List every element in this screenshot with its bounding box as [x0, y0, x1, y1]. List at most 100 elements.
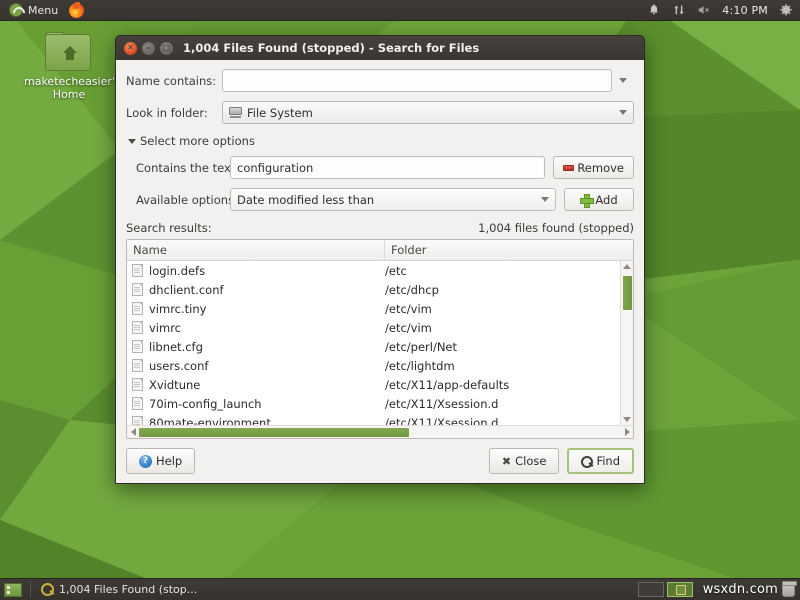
linux-mint-logo-icon [9, 3, 23, 17]
window-titlebar[interactable]: ✕ – □ 1,004 Files Found (stopped) - Sear… [115, 35, 645, 60]
scroll-right-button[interactable] [621, 428, 633, 436]
minimize-button[interactable]: – [142, 42, 155, 55]
column-header-folder[interactable]: Folder [385, 240, 633, 260]
chevron-down-icon [541, 197, 549, 202]
top-panel: Menu 4:10 PM [0, 0, 800, 21]
chevron-down-icon [619, 78, 627, 83]
close-dialog-button[interactable]: ✖ Close [489, 448, 560, 474]
document-icon [132, 264, 143, 277]
desktop[interactable]: Menu 4:10 PM [0, 0, 800, 600]
workspace-switcher[interactable] [632, 582, 699, 597]
cell-name: libnet.cfg [127, 340, 385, 354]
scroll-left-button[interactable] [127, 428, 139, 436]
search-for-files-icon [41, 583, 54, 596]
contains-text-label: Contains the text: [126, 161, 230, 175]
file-name: login.defs [149, 264, 205, 278]
triangle-down-icon [128, 139, 136, 144]
maximize-button[interactable]: □ [160, 42, 173, 55]
cell-folder: /etc/lightdm [385, 359, 620, 373]
document-icon [132, 397, 143, 410]
cell-name: login.defs [127, 264, 385, 278]
taskbar-item-label: 1,004 Files Found (stop... [59, 583, 197, 596]
list-column-headers: Name Folder [127, 240, 633, 261]
find-button[interactable]: Find [567, 448, 634, 474]
available-options-label: Available options: [126, 193, 230, 207]
gear-icon[interactable] [779, 3, 793, 17]
desktop-icon-home[interactable]: maketecheasier's Home [24, 32, 114, 101]
name-contains-input[interactable] [222, 69, 612, 92]
help-icon: ? [139, 455, 152, 468]
horizontal-scrollbar[interactable] [127, 425, 633, 438]
top-panel-left: Menu [0, 2, 84, 18]
show-desktop-icon[interactable] [4, 583, 22, 597]
help-button[interactable]: ? Help [126, 448, 195, 474]
desktop-icon-label: maketecheasier's Home [24, 75, 114, 101]
desktop-icon-label-line2: Home [53, 88, 85, 101]
plus-icon [580, 194, 592, 206]
clock[interactable]: 4:10 PM [722, 4, 768, 17]
cell-folder: /etc/X11/Xsession.d [385, 397, 620, 411]
table-row[interactable]: vimrc.tiny/etc/vim [127, 299, 620, 318]
search-results-label: Search results: [126, 221, 212, 235]
triangle-right-icon [625, 428, 630, 436]
name-contains-dropdown-button[interactable] [612, 78, 634, 83]
cell-folder: /etc/perl/Net [385, 340, 620, 354]
bottom-panel: 1,004 Files Found (stop... wsxdn.com [0, 578, 800, 600]
home-folder-icon [45, 32, 93, 72]
table-row[interactable]: dhclient.conf/etc/dhcp [127, 280, 620, 299]
table-row[interactable]: 70im-config_launch/etc/X11/Xsession.d [127, 394, 620, 413]
look-in-folder-combobox[interactable]: File System [222, 101, 634, 124]
find-button-label: Find [596, 454, 620, 468]
table-row[interactable]: users.conf/etc/lightdm [127, 356, 620, 375]
search-results-list[interactable]: Name Folder login.defs/etcdhclient.conf/… [126, 239, 634, 439]
close-button[interactable]: ✕ [124, 42, 137, 55]
file-name: vimrc [149, 321, 181, 335]
file-name: libnet.cfg [149, 340, 203, 354]
document-icon [132, 283, 143, 296]
cell-folder: /etc/vim [385, 302, 620, 316]
contains-text-input[interactable]: configuration [230, 156, 545, 179]
cell-name: 70im-config_launch [127, 397, 385, 411]
trash-icon[interactable] [782, 582, 795, 597]
cell-name: 80mate-environment [127, 416, 385, 426]
list-rows[interactable]: login.defs/etcdhclient.conf/etc/dhcpvimr… [127, 261, 620, 425]
vertical-scroll-thumb[interactable] [623, 276, 632, 310]
select-more-options-expander[interactable]: Select more options [128, 134, 634, 148]
available-options-combobox[interactable]: Date modified less than [230, 188, 556, 211]
document-icon [132, 416, 143, 425]
workspace-2[interactable] [667, 582, 693, 597]
remove-button[interactable]: Remove [553, 156, 634, 179]
network-updown-icon[interactable] [672, 3, 686, 17]
table-row[interactable]: login.defs/etc [127, 261, 620, 280]
desktop-icon-label-line1: maketecheasier's [24, 75, 121, 88]
look-in-folder-value: File System [247, 106, 313, 120]
cell-folder: /etc [385, 264, 620, 278]
horizontal-scroll-thumb[interactable] [139, 428, 409, 437]
search-results-status: 1,004 files found (stopped) [478, 221, 634, 235]
table-row[interactable]: 80mate-environment/etc/X11/Xsession.d [127, 413, 620, 425]
volume-muted-icon[interactable] [697, 3, 711, 17]
table-row[interactable]: libnet.cfg/etc/perl/Net [127, 337, 620, 356]
add-button[interactable]: Add [564, 188, 634, 211]
taskbar-item-search-for-files[interactable]: 1,004 Files Found (stop... [35, 581, 203, 599]
look-in-folder-label: Look in folder: [126, 106, 222, 120]
menu-button[interactable]: Menu [4, 2, 63, 18]
scroll-down-button[interactable] [623, 414, 631, 425]
cell-folder: /etc/dhcp [385, 283, 620, 297]
table-row[interactable]: Xvidtune/etc/X11/app-defaults [127, 375, 620, 394]
horizontal-scroll-track[interactable] [139, 426, 621, 438]
table-row[interactable]: vimrc/etc/vim [127, 318, 620, 337]
workspace-1[interactable] [638, 582, 664, 597]
search-for-files-window[interactable]: ✕ – □ 1,004 Files Found (stopped) - Sear… [115, 35, 645, 484]
column-header-name[interactable]: Name [127, 240, 385, 260]
vertical-scroll-track[interactable] [621, 272, 633, 414]
document-icon [132, 340, 143, 353]
close-x-icon: ✖ [502, 456, 511, 467]
firefox-icon[interactable] [69, 3, 84, 18]
file-name: users.conf [149, 359, 208, 373]
vertical-scrollbar[interactable] [620, 261, 633, 425]
scroll-up-button[interactable] [623, 261, 631, 272]
remove-button-label: Remove [577, 161, 624, 175]
cell-name: vimrc.tiny [127, 302, 385, 316]
notification-bell-icon[interactable] [647, 3, 661, 17]
